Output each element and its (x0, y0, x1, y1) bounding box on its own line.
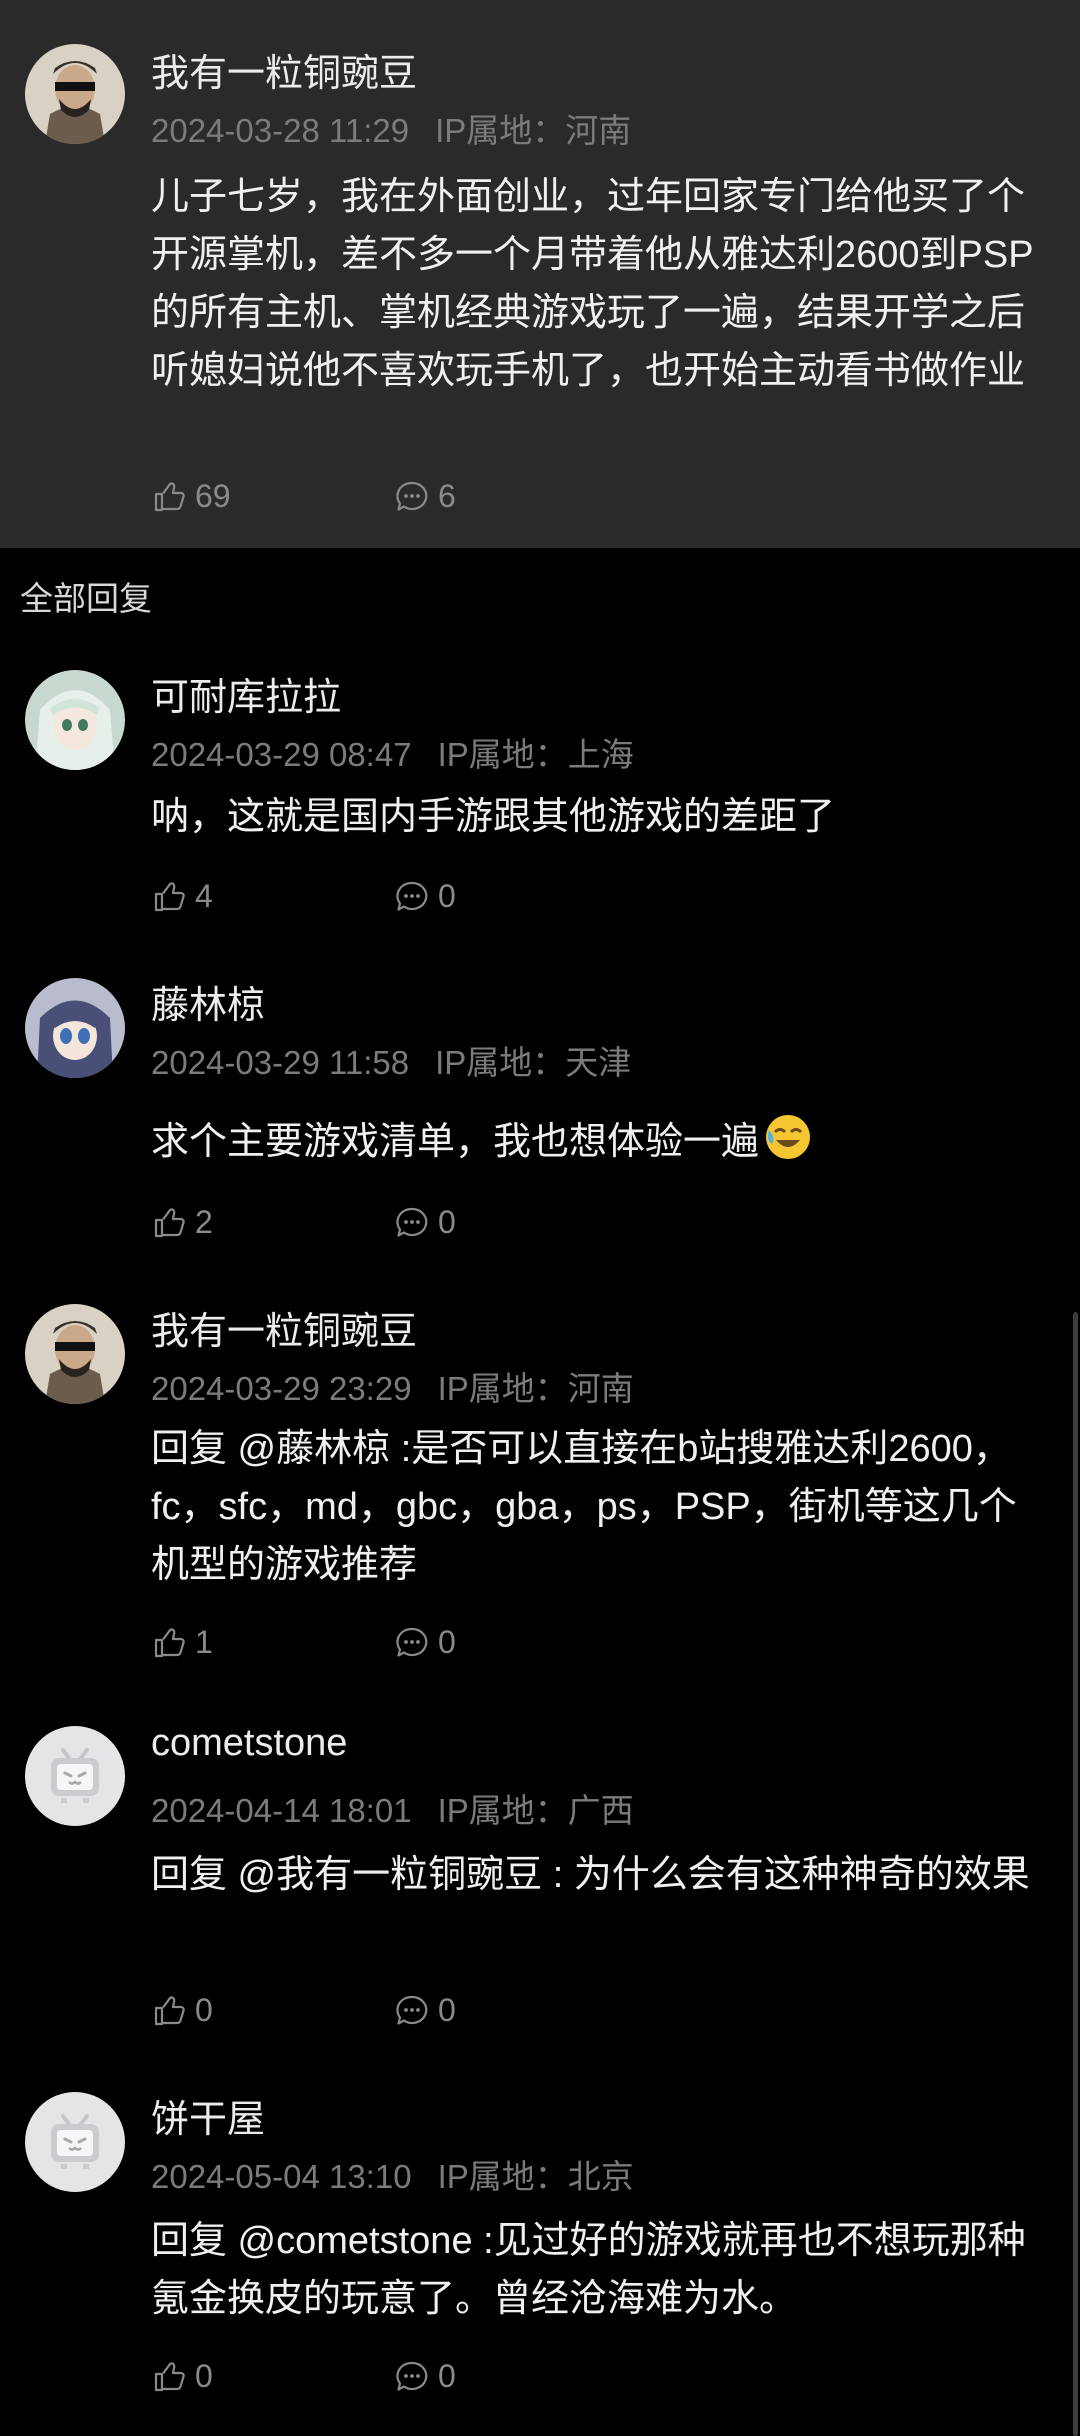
avatar[interactable] (25, 1726, 125, 1826)
like-button[interactable]: 2 (151, 1204, 213, 1241)
ip-location: IP属地：天津 (435, 1044, 632, 1081)
chat-bubble-icon (394, 1205, 430, 1241)
thumbs-up-icon (151, 1205, 187, 1241)
main-comment: 我有一粒铜豌豆 2024-03-28 11:29 IP属地：河南 儿子七岁，我在外… (0, 0, 1080, 548)
avatar[interactable] (25, 978, 125, 1078)
like-count: 2 (195, 1204, 213, 1240)
reply-button[interactable]: 0 (394, 1204, 456, 1241)
chat-bubble-icon (394, 1993, 430, 2029)
reply-button[interactable]: 0 (394, 1624, 456, 1661)
ip-location: IP属地：北京 (437, 2158, 634, 2195)
username[interactable]: 藤林椋 (151, 974, 265, 1029)
reply-button[interactable]: 0 (394, 878, 456, 915)
thumbs-up-icon (151, 1625, 187, 1661)
all-replies-heading: 全部回复 (20, 580, 152, 617)
chat-bubble-icon (394, 879, 430, 915)
reply-count: 0 (438, 1624, 456, 1660)
comment-date: 2024-04-14 18:01 (151, 1792, 412, 1829)
bilibili-tv-icon (25, 1726, 125, 1826)
comment-content: 呐，这就是国内手游跟其他游戏的差距了 (151, 796, 836, 838)
comment-meta: 2024-03-28 11:29 IP属地：河南 (151, 104, 631, 152)
reply-button[interactable]: 6 (394, 478, 456, 515)
comment-content: 回复 @我有一粒铜豌豆 : 为什么会有这种神奇的效果 (151, 1854, 1030, 1896)
reply-count: 0 (438, 1992, 456, 2028)
ip-location: IP属地：上海 (437, 736, 634, 773)
user-avatar-icon (25, 44, 125, 144)
avatar[interactable] (25, 1304, 125, 1404)
reply-button[interactable]: 0 (394, 2358, 456, 2395)
crying-laughing-emoji-icon (763, 1112, 813, 1162)
ip-location: IP属地：河南 (435, 112, 632, 149)
comment-content: 求个主要游戏清单，我也想体验一遍 (151, 1112, 1051, 1171)
like-count: 69 (195, 478, 231, 514)
comment-meta: 2024-03-29 11:58 IP属地：天津 (151, 1036, 631, 1084)
comment-date: 2024-03-29 23:29 (151, 1370, 412, 1407)
user-avatar-icon (25, 1304, 125, 1404)
ip-location: IP属地：广西 (437, 1792, 634, 1829)
reply-count: 6 (438, 478, 456, 514)
like-button[interactable]: 0 (151, 2358, 213, 2395)
scrollbar[interactable] (1073, 1312, 1078, 2436)
comment-meta: 2024-03-29 23:29 IP属地：河南 (151, 1362, 634, 1410)
comment-date: 2024-03-29 11:58 (151, 1044, 410, 1081)
like-count: 4 (195, 878, 213, 914)
like-count: 1 (195, 1624, 213, 1660)
avatar[interactable] (25, 2092, 125, 2192)
user-avatar-icon (25, 670, 125, 770)
like-button[interactable]: 1 (151, 1624, 213, 1661)
ip-location: IP属地：河南 (437, 1370, 634, 1407)
comment-meta: 2024-03-29 08:47 IP属地：上海 (151, 728, 634, 776)
reply-button[interactable]: 0 (394, 1992, 456, 2029)
reply-count: 0 (438, 878, 456, 914)
user-avatar-icon (25, 978, 125, 1078)
comment-content: 儿子七岁，我在外面创业，过年回家专门给他买了个开源掌机，差不多一个月带着他从雅达… (151, 176, 1034, 392)
like-count: 0 (195, 2358, 213, 2394)
chat-bubble-icon (394, 1625, 430, 1661)
thumbs-up-icon (151, 1993, 187, 2029)
comment-content: 回复 @cometstone :见过好的游戏就再也不想玩那种氪金换皮的玩意了。曾… (151, 2220, 1026, 2320)
comment-text: 求个主要游戏清单，我也想体验一遍 (151, 1121, 760, 1163)
avatar[interactable] (25, 44, 125, 144)
username[interactable]: cometstone (151, 1722, 347, 1765)
comment-date: 2024-05-04 13:10 (151, 2158, 412, 2195)
reply-count: 0 (438, 2358, 456, 2394)
thumbs-up-icon (151, 2359, 187, 2395)
chat-bubble-icon (394, 479, 430, 515)
comment-meta: 2024-05-04 13:10 IP属地：北京 (151, 2150, 634, 2198)
thumbs-up-icon (151, 879, 187, 915)
bilibili-tv-icon (25, 2092, 125, 2192)
username[interactable]: 饼干屋 (151, 2088, 265, 2143)
comment-meta: 2024-04-14 18:01 IP属地：广西 (151, 1784, 634, 1832)
like-count: 0 (195, 1992, 213, 2028)
comment-date: 2024-03-29 08:47 (151, 736, 412, 773)
comment-date: 2024-03-28 11:29 (151, 112, 410, 149)
username[interactable]: 我有一粒铜豌豆 (151, 1300, 417, 1355)
avatar[interactable] (25, 670, 125, 770)
like-button[interactable]: 0 (151, 1992, 213, 2029)
chat-bubble-icon (394, 2359, 430, 2395)
username[interactable]: 可耐库拉拉 (151, 666, 341, 721)
comment-content: 回复 @藤林椋 :是否可以直接在b站搜雅达利2600，fc，sfc，md，gbc… (151, 1428, 1017, 1586)
like-button[interactable]: 69 (151, 478, 231, 515)
thumbs-up-icon (151, 479, 187, 515)
like-button[interactable]: 4 (151, 878, 213, 915)
username[interactable]: 我有一粒铜豌豆 (151, 42, 417, 97)
reply-count: 0 (438, 1204, 456, 1240)
